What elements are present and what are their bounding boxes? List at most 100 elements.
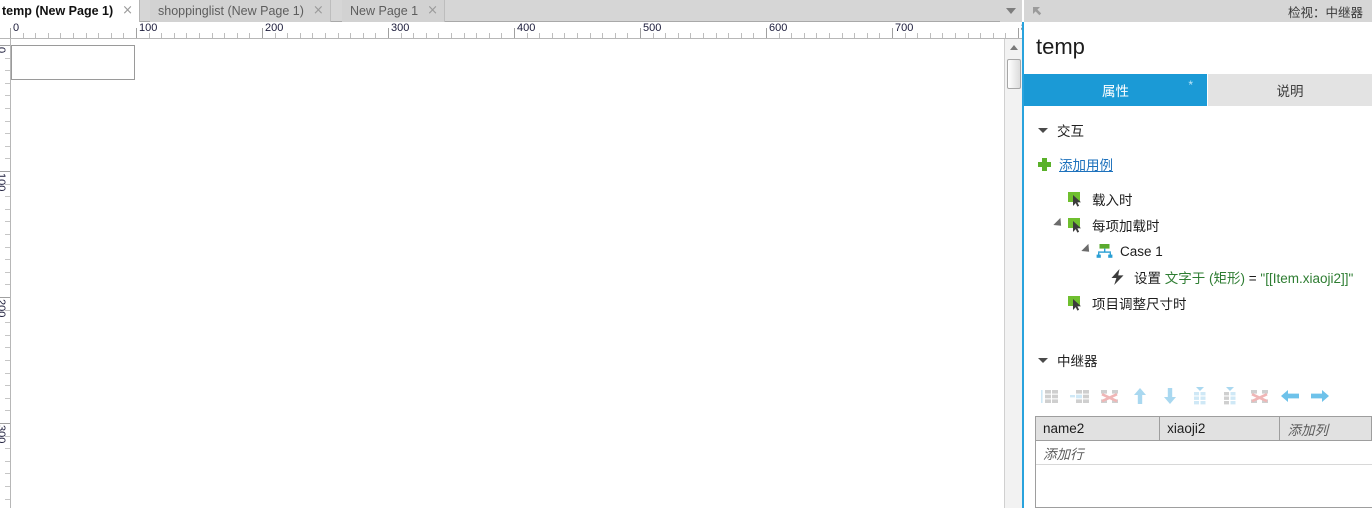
ruler-tick [425,33,427,38]
scroll-up-arrow-icon[interactable] [1005,39,1022,55]
page-tab-new-page-1[interactable]: New Page 1 × [342,0,446,22]
ruler-label: 0 [13,22,20,34]
ruler-tick [5,208,10,210]
delete-column-icon[interactable] [1095,383,1125,409]
tree-item-label: Case 1 [1120,243,1163,259]
ruler-tick [564,33,566,38]
scrollbar-thumb[interactable] [1007,59,1021,89]
action-equals: = [1245,271,1261,286]
column-header-xiaoji2[interactable]: xiaoji2 [1160,417,1281,441]
ruler-tick [236,33,238,38]
add-use-case-row[interactable]: 添加用例 [1024,152,1372,176]
ruler-tick [211,33,213,38]
column-header-name2[interactable]: name2 [1036,417,1161,441]
ruler-tick [350,33,352,38]
ruler-tick [5,196,10,198]
close-icon[interactable]: × [427,0,438,22]
ruler-label: 100 [139,22,158,34]
add-use-case-link[interactable]: 添加用例 [1059,154,1113,174]
ruler-tick [5,486,10,487]
add-row-cell[interactable]: 添加行 [1036,441,1372,465]
event-cursor-icon [1066,212,1086,238]
ruler-tick [476,33,478,38]
ruler-tick [161,33,163,38]
canvas-vertical-scrollbar[interactable] [1004,39,1022,508]
move-column-left-icon[interactable] [1275,383,1305,409]
ruler-tick [60,33,62,38]
collapse-arrow-icon[interactable] [1024,0,1050,22]
close-icon[interactable]: × [313,0,324,22]
ruler-tick [5,498,10,500]
repeater-section: 中继器 [1024,348,1372,372]
ruler-tick [5,284,10,286]
action-value: "[[Item.xiaoji2]]" [1260,271,1354,286]
ruler-label: 300 [391,22,410,34]
triangle-up-icon [1009,44,1018,50]
tree-item-onload[interactable]: 载入时 [1024,186,1372,212]
disclosure-triangle-icon[interactable] [1080,238,1094,264]
ruler-tick [715,33,717,38]
ruler-tick [5,473,10,475]
ruler-tick [816,33,818,38]
move-row-down-icon[interactable] [1155,383,1185,409]
insert-column-left-icon[interactable] [1035,383,1065,409]
repeater-section-title: 中继器 [1057,354,1098,369]
tab-notes[interactable]: 说明 [1207,74,1372,106]
tree-item-case-1[interactable]: Case 1 [1024,238,1372,264]
ruler-tick [5,372,10,374]
page-tab-temp[interactable]: temp (New Page 1) × [0,0,141,22]
ruler-label: 700 [895,22,914,34]
object-name-field[interactable]: temp [1024,22,1372,72]
tab-overflow-button[interactable] [1000,0,1022,22]
ruler-tick [186,33,188,38]
ruler-tick [5,133,10,135]
ruler-tick [5,347,10,349]
ruler-tick [388,28,389,38]
add-column-header[interactable]: 添加列 [1280,417,1372,441]
delete-row-icon[interactable] [1245,383,1275,409]
insert-column-right-icon[interactable] [1065,383,1095,409]
ruler-tick [5,271,10,273]
ruler-tick [262,28,263,38]
ruler-tick [892,28,893,38]
ruler-tick [1018,28,1019,38]
ruler-tick [728,33,730,38]
action-target-widget: (矩形) [1209,271,1246,286]
ruler-tick [5,120,10,122]
chevron-down-icon [1006,8,1016,14]
design-canvas[interactable] [11,39,1003,508]
ruler-label: 500 [643,22,662,34]
interactions-section-header[interactable]: 交互 [1024,118,1372,142]
repeater-data-grid[interactable]: name2 xiaoji2 添加列 添加行 [1035,416,1372,508]
insert-row-above-icon[interactable] [1185,383,1215,409]
ruler-tick [5,385,10,387]
ruler-tick [942,33,944,38]
tree-item-on-item-load[interactable]: 每项加载时 [1024,212,1372,238]
ruler-tick [10,28,11,38]
tab-properties[interactable]: 属性 * [1024,74,1207,106]
tree-item-on-item-resize[interactable]: 项目调整尺寸时 [1024,290,1372,316]
ruler-tick [5,95,10,97]
ruler-tick [47,33,49,38]
insert-row-below-icon[interactable] [1215,383,1245,409]
tree-item-action-set-text[interactable]: 设置 文字于 (矩形) = "[[Item.xiaoji2]]" [1024,264,1372,290]
event-cursor-icon [1066,186,1086,212]
ruler-tick [5,70,10,72]
page-tab-shoppinglist[interactable]: shoppinglist (New Page 1) × [150,0,331,22]
ruler-tick [173,33,175,38]
ruler-tick [413,33,415,38]
move-row-up-icon[interactable] [1125,383,1155,409]
action-target-prop: 文字于 [1164,271,1210,286]
ruler-tick [627,33,629,38]
move-column-right-icon[interactable] [1305,383,1335,409]
ruler-tick [602,33,604,38]
rectangle-widget[interactable] [11,45,135,80]
ruler-tick [992,33,994,38]
repeater-section-header[interactable]: 中继器 [1024,348,1372,372]
ruler-tick [73,33,74,38]
ruler-tick [5,448,10,450]
close-icon[interactable]: × [122,0,133,22]
inspector-topbar: 检视：中继器 [1024,0,1372,22]
disclosure-triangle-icon[interactable] [1052,212,1066,238]
tab-notes-label: 说明 [1276,84,1304,99]
